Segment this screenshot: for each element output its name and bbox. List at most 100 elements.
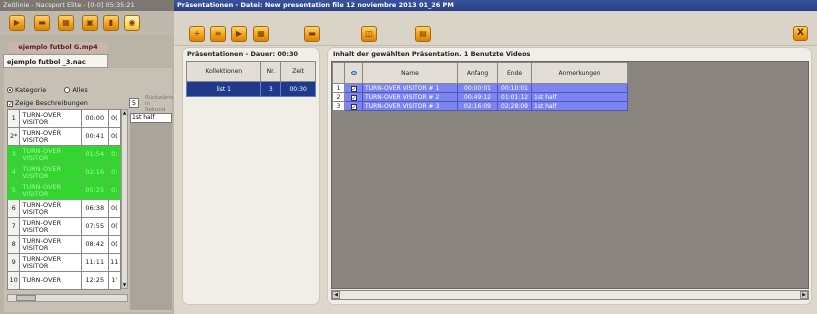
scroll-left-icon[interactable]: ◀ <box>332 291 340 299</box>
radio-alles-label: Alles <box>72 86 88 94</box>
event-row[interactable]: 10 TURN-OVER 12:25 1' <box>6 271 122 290</box>
col-header-nr[interactable]: Nr. <box>260 61 282 82</box>
play-icon[interactable]: ▶ <box>231 26 247 42</box>
event-name: TURN-OVER VISITOR <box>19 145 82 164</box>
clip-start: 00:49:12 <box>457 92 498 102</box>
contents-grid: Name Anfang Ende Anmerkungen 1 ✓ TURN-OVER… <box>331 61 809 289</box>
close-button[interactable]: X <box>793 26 808 41</box>
filter-radios: Kategorie Alles <box>7 86 88 96</box>
events-horizontal-scrollbar[interactable] <box>7 294 128 302</box>
clip-checkbox[interactable]: ✓ <box>350 94 357 101</box>
event-number: 2* <box>6 127 21 146</box>
presentations-header: Präsentationen - Dauer: 00:30 <box>187 50 299 58</box>
events-table: 1 TURN-OVER VISITOR 00:00 0(2* TURN-OVER VIS… <box>6 109 122 290</box>
clip-start: 02:16:09 <box>457 101 498 111</box>
film-export-icon[interactable]: ▣ <box>82 15 98 31</box>
show-descriptions-checkbox[interactable]: ✓ Zeige Beschreibungen <box>7 99 88 108</box>
scroll-up-icon[interactable]: ▲ <box>122 110 127 116</box>
scroll-right-icon[interactable]: ▶ <box>800 291 808 299</box>
clip-note: 1st half <box>531 92 628 102</box>
events-vertical-scrollbar[interactable]: ▲ ▼ <box>121 109 128 289</box>
collection-name: list 1 <box>185 81 262 97</box>
event-row[interactable]: 9 TURN-OVER VISITOR 11:11 11 <box>6 253 122 272</box>
tab-nac-file[interactable]: ejemplo futbol _3.nac <box>3 54 108 68</box>
event-name: TURN-OVER VISITOR <box>19 253 82 272</box>
presentation-contents-panel: Inhalt der gewählten Präsentation. 1 Ben… <box>327 47 812 305</box>
collection-nr: 3 <box>260 81 282 97</box>
radio-alles[interactable]: Alles <box>64 86 88 94</box>
col-header-index <box>332 62 345 84</box>
clip-name: TURN-OVER VISITOR # 2 <box>362 92 458 102</box>
tab-video-file[interactable]: ejemplo futbol G.mp4 <box>8 42 108 53</box>
event-name: TURN-OVER VISITOR <box>19 199 82 218</box>
clip-end: 02:28:09 <box>497 101 532 111</box>
event-row[interactable]: 2* TURN-OVER VISITOR 00:41 0( <box>6 127 122 146</box>
seconds-input[interactable]: 5 <box>129 98 139 108</box>
event-start: 07:55 <box>80 217 109 236</box>
film-icon[interactable]: ▦ <box>253 26 269 42</box>
clip-end: 00:10:01 <box>497 83 532 93</box>
radio-kategorie[interactable]: Kategorie <box>7 86 46 94</box>
copy-icon[interactable]: ◫ <box>361 26 377 42</box>
col-header-anfang[interactable]: Anfang <box>457 62 498 84</box>
description-field[interactable]: 1st half <box>130 113 172 123</box>
event-end: 0( <box>107 199 122 218</box>
clips-table: Name Anfang Ende Anmerkungen 1 ✓ TURN-OVER… <box>332 62 628 111</box>
col-header-anmerkungen[interactable]: Anmerkungen <box>531 62 628 84</box>
eye-icon[interactable]: ◉ <box>124 15 140 31</box>
radio-dot-icon <box>64 87 71 93</box>
clip-checkbox[interactable]: ✓ <box>350 85 357 92</box>
clip-end: 01:01:12 <box>497 92 532 102</box>
document-icon[interactable]: ▤ <box>415 26 431 42</box>
radio-dot-icon <box>7 87 13 93</box>
event-number: 6 <box>6 199 21 218</box>
clip-row[interactable]: 2 ✓ TURN-OVER VISITOR # 2 00:49:12 01:01:12 1… <box>332 92 628 102</box>
event-row[interactable]: 7 TURN-OVER VISITOR 07:55 0( <box>6 217 122 236</box>
event-number: 7 <box>6 217 21 236</box>
window-icon[interactable]: ▬ <box>304 26 320 42</box>
col-header-visible[interactable] <box>344 62 363 84</box>
window-icon[interactable]: ▬ <box>34 15 50 31</box>
play-icon[interactable]: ▶ <box>9 15 25 31</box>
event-number: 5 <box>6 181 21 200</box>
col-header-collections[interactable]: Kollektionen <box>185 61 262 82</box>
clip-index: 3 <box>332 101 345 111</box>
presentations-toolbar: + ≡ ▶ ▦ ▬ ◫ ▤ <box>174 11 817 46</box>
event-end: 0: <box>107 145 122 164</box>
event-start: 00:41 <box>80 127 109 146</box>
add-icon[interactable]: + <box>189 26 205 42</box>
list-icon[interactable]: ≡ <box>210 26 226 42</box>
event-number: 8 <box>6 235 21 254</box>
event-row[interactable]: 6 TURN-OVER VISITOR 06:38 0( <box>6 199 122 218</box>
event-end: 0( <box>107 217 122 236</box>
event-row[interactable]: 4 TURN-OVER VISITOR 02:16 0: <box>6 163 122 182</box>
contents-horizontal-scrollbar[interactable]: ◀ ▶ <box>331 290 809 300</box>
event-row[interactable]: 3 TURN-OVER VISITOR 01:54 0: <box>6 145 122 164</box>
col-header-ende[interactable]: Ende <box>497 62 532 84</box>
event-name: TURN-OVER VISITOR <box>19 217 82 236</box>
clip-visible-cell: ✓ <box>344 101 363 111</box>
timeline-window: Zeitlinie - Nacsport Elite - [0-0] 05:35… <box>0 0 174 314</box>
clip-row[interactable]: 1 ✓ TURN-OVER VISITOR # 1 00:00:01 00:10:01 <box>332 83 628 93</box>
timeline-panel: Kategorie Alles ✓ Zeige Beschreibungen 5 … <box>4 68 173 312</box>
scroll-down-icon[interactable]: ▼ <box>122 282 127 288</box>
scroll-thumb[interactable] <box>16 295 36 301</box>
bars-icon[interactable]: ▮ <box>103 15 119 31</box>
event-row[interactable]: 5 TURN-OVER VISITOR 05:25 0: <box>6 181 122 200</box>
eye-icon <box>350 70 357 75</box>
clip-row[interactable]: 3 ✓ TURN-OVER VISITOR # 3 02:16:09 02:28:09 1… <box>332 101 628 111</box>
checkmark-icon: ✓ <box>7 101 14 108</box>
event-row[interactable]: 8 TURN-OVER VISITOR 08:42 0( <box>6 235 122 254</box>
presentations-window-title: Präsentationen - Datei: New presentation… <box>174 0 817 11</box>
collection-row[interactable]: list 1 3 00:30 <box>185 81 316 97</box>
clip-checkbox[interactable]: ✓ <box>350 103 357 110</box>
film-icon[interactable]: ▦ <box>58 15 74 31</box>
event-row[interactable]: 1 TURN-OVER VISITOR 00:00 0( <box>6 109 122 128</box>
event-start: 01:54 <box>80 145 109 164</box>
col-header-zeit[interactable]: Zeit <box>280 61 316 82</box>
col-header-name[interactable]: Name <box>362 62 458 84</box>
clip-note <box>531 83 628 93</box>
event-end: 0( <box>107 235 122 254</box>
event-start: 00:00 <box>80 109 109 128</box>
clip-note: 1st half <box>531 101 628 111</box>
